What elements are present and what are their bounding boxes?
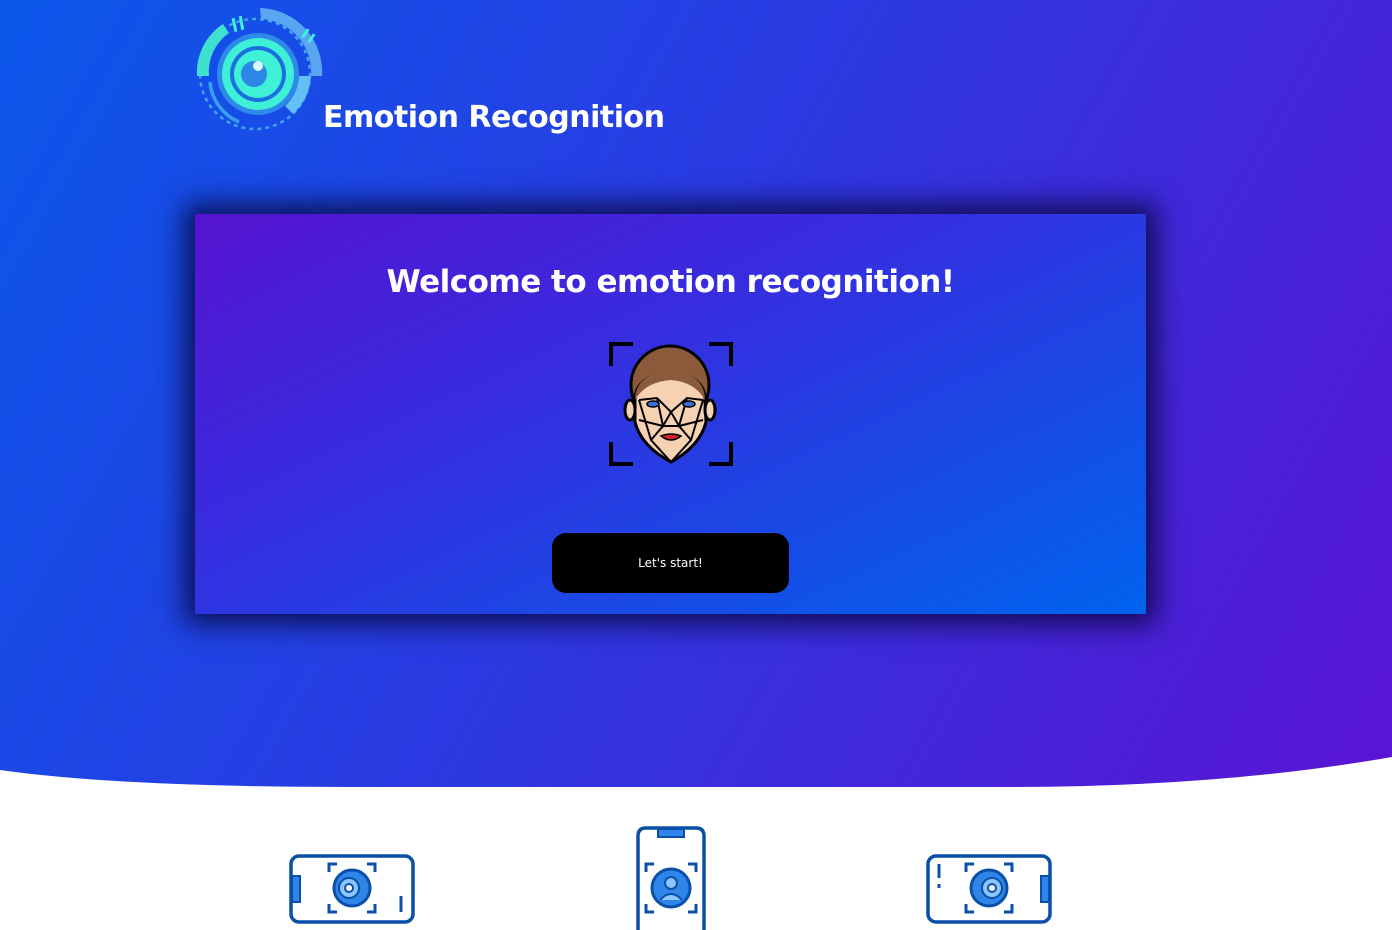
welcome-card: Welcome to emotion recognition! Let's st…	[195, 214, 1146, 614]
start-button[interactable]: Let's start!	[552, 533, 789, 593]
horizontal-phone-face-scan-alert-icon	[926, 854, 1052, 924]
welcome-heading: Welcome to emotion recognition!	[386, 264, 956, 300]
camera-lens-icon	[196, 8, 323, 131]
horizontal-phone-face-scan-icon	[289, 854, 415, 924]
hero-section: Emotion Recognition Welcome to emotion r…	[0, 0, 1392, 930]
face-scan-icon	[609, 342, 733, 466]
app-title: Emotion Recognition	[323, 100, 665, 135]
vertical-phone-face-scan-icon	[636, 826, 706, 930]
